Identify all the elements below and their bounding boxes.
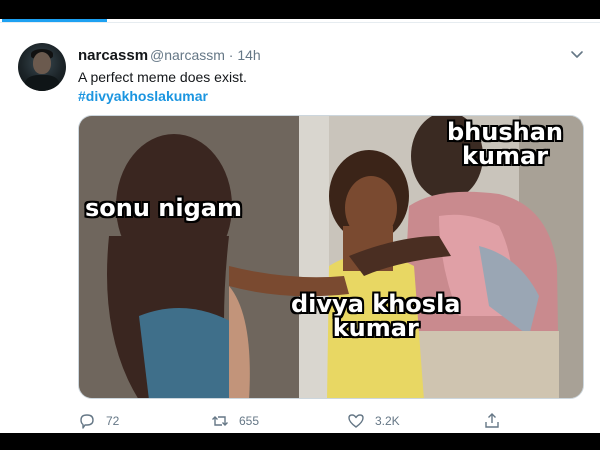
avatar-body: [25, 75, 59, 91]
caption-sonu-nigam: sonu nigam: [85, 194, 242, 222]
retweet-count: 655: [239, 414, 260, 428]
reply-button[interactable]: 72: [78, 411, 119, 431]
caption-divya-khosla-kumar: divya khosla kumar: [291, 292, 461, 340]
tweet-card: narcassm @narcassm · 14h A perfect meme …: [0, 19, 600, 433]
tweet-text: A perfect meme does exist.: [78, 69, 247, 85]
share-icon: [485, 413, 499, 428]
heart-icon: [348, 414, 364, 428]
tweet-actions: 72 655 3.2K: [78, 411, 508, 431]
caption-line: kumar: [332, 314, 419, 342]
retweet-button[interactable]: 655: [211, 411, 259, 431]
reply-icon: [80, 414, 94, 429]
caption-line: bhushan: [447, 118, 564, 146]
caption-line: divya khosla: [291, 290, 461, 318]
avatar-head: [33, 52, 51, 74]
display-name[interactable]: narcassm: [78, 47, 148, 64]
hashtag-link[interactable]: #divyakhoslakumar: [78, 88, 208, 104]
avatar[interactable]: [18, 43, 66, 91]
chevron-down-icon[interactable]: [568, 45, 586, 63]
like-button[interactable]: 3.2K: [347, 411, 400, 431]
reply-count: 72: [106, 414, 120, 428]
divider: [0, 22, 600, 23]
caption-line: kumar: [461, 142, 549, 170]
share-button[interactable]: [483, 411, 501, 431]
handle-and-time[interactable]: @narcassm · 14h: [150, 47, 261, 63]
retweet-icon: [212, 416, 228, 426]
caption-bhushan-kumar: bhushan kumar: [447, 120, 563, 168]
meme-image[interactable]: sonu nigam bhushan kumar divya khosla ku…: [78, 115, 584, 399]
like-count: 3.2K: [375, 414, 400, 428]
